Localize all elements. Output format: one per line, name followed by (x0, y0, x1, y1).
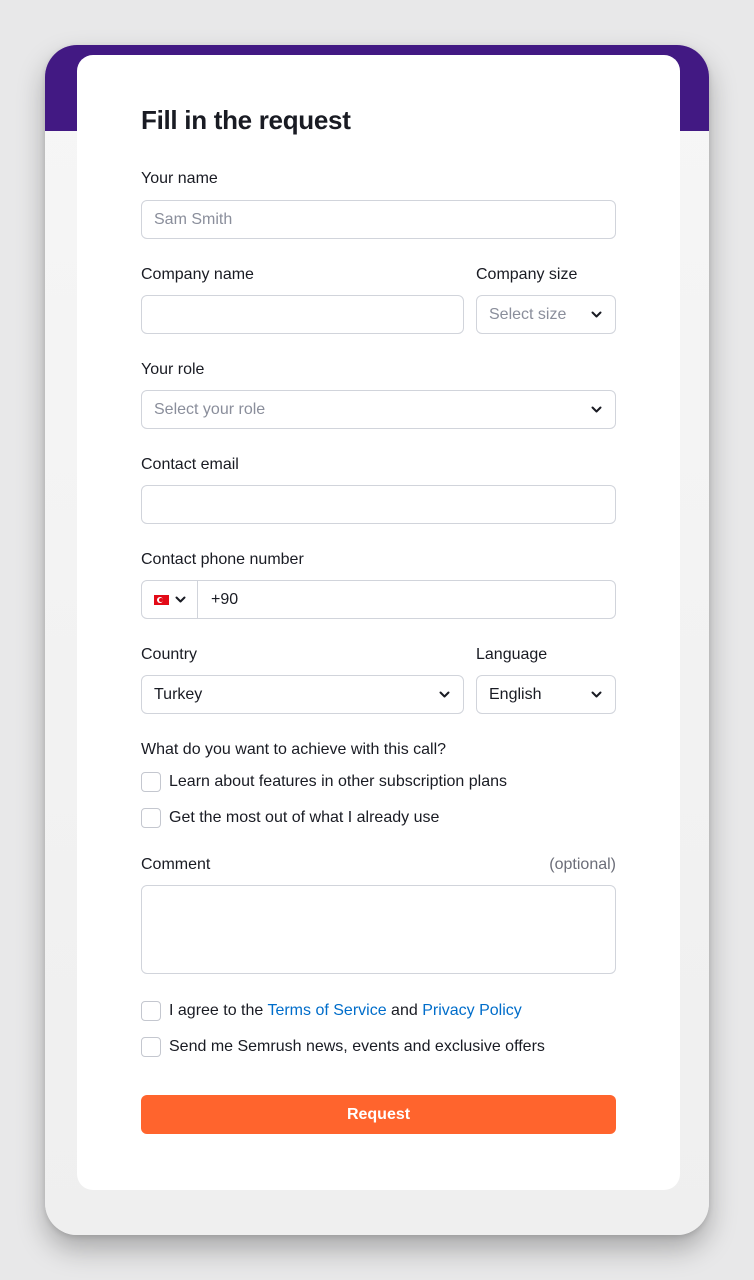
role-label: Your role (141, 361, 205, 378)
chevron-down-icon (437, 688, 451, 702)
company-name-input[interactable] (141, 295, 464, 334)
terms-of-service-link[interactable]: Terms of Service (267, 1002, 386, 1019)
name-label: Your name (141, 170, 218, 187)
language-label: Language (476, 646, 548, 663)
goal-option-label: Learn about features in other subscripti… (169, 773, 507, 790)
phone-input-group: +90 (141, 580, 616, 619)
agree-prefix: I agree to the (169, 1002, 268, 1019)
comment-textarea[interactable] (141, 885, 616, 974)
goal-option-get-most[interactable]: Get the most out of what I already use (141, 808, 439, 828)
company-size-select[interactable]: Select size (476, 295, 616, 334)
checkbox[interactable] (141, 772, 161, 792)
language-select[interactable]: English (476, 675, 616, 714)
company-name-label: Company name (141, 266, 254, 283)
page-title: Fill in the request (141, 105, 351, 135)
company-size-placeholder: Select size (489, 305, 567, 323)
goals-question: What do you want to achieve with this ca… (141, 741, 447, 758)
agree-middle: and (386, 1002, 423, 1019)
language-value: English (489, 685, 542, 703)
chevron-down-icon (589, 308, 603, 322)
role-placeholder: Select your role (154, 400, 266, 418)
email-label: Contact email (141, 456, 239, 473)
phone-number-input[interactable]: +90 (198, 581, 615, 618)
agree-terms-text: I agree to the Terms of Service and Priv… (169, 1002, 522, 1020)
agree-terms-checkbox-row[interactable]: I agree to the Terms of Service and Priv… (141, 1001, 522, 1021)
checkbox[interactable] (141, 1001, 161, 1021)
newsletter-checkbox-row[interactable]: Send me Semrush news, events and exclusi… (141, 1037, 545, 1057)
company-size-label: Company size (476, 266, 578, 283)
name-placeholder: Sam Smith (154, 210, 233, 228)
comment-optional-label: (optional) (549, 856, 616, 873)
goal-option-learn-features[interactable]: Learn about features in other subscripti… (141, 772, 507, 792)
turkey-flag-icon (153, 594, 169, 605)
country-label: Country (141, 646, 198, 663)
request-form-card: Fill in the request Your name Sam Smith … (77, 55, 680, 1190)
chevron-down-icon (589, 688, 603, 702)
name-input[interactable]: Sam Smith (141, 200, 616, 239)
chevron-down-icon (175, 596, 186, 603)
checkbox[interactable] (141, 1037, 161, 1057)
email-input[interactable] (141, 485, 616, 524)
phone-label: Contact phone number (141, 551, 304, 568)
country-value: Turkey (154, 685, 203, 703)
request-button[interactable]: Request (141, 1095, 616, 1134)
newsletter-label: Send me Semrush news, events and exclusi… (169, 1038, 545, 1055)
comment-label: Comment (141, 856, 211, 873)
phone-country-select[interactable] (142, 581, 198, 618)
goal-option-label: Get the most out of what I already use (169, 809, 440, 826)
checkbox[interactable] (141, 808, 161, 828)
role-select[interactable]: Select your role (141, 390, 616, 429)
privacy-policy-link[interactable]: Privacy Policy (422, 1002, 522, 1019)
country-select[interactable]: Turkey (141, 675, 464, 714)
chevron-down-icon (589, 403, 603, 417)
